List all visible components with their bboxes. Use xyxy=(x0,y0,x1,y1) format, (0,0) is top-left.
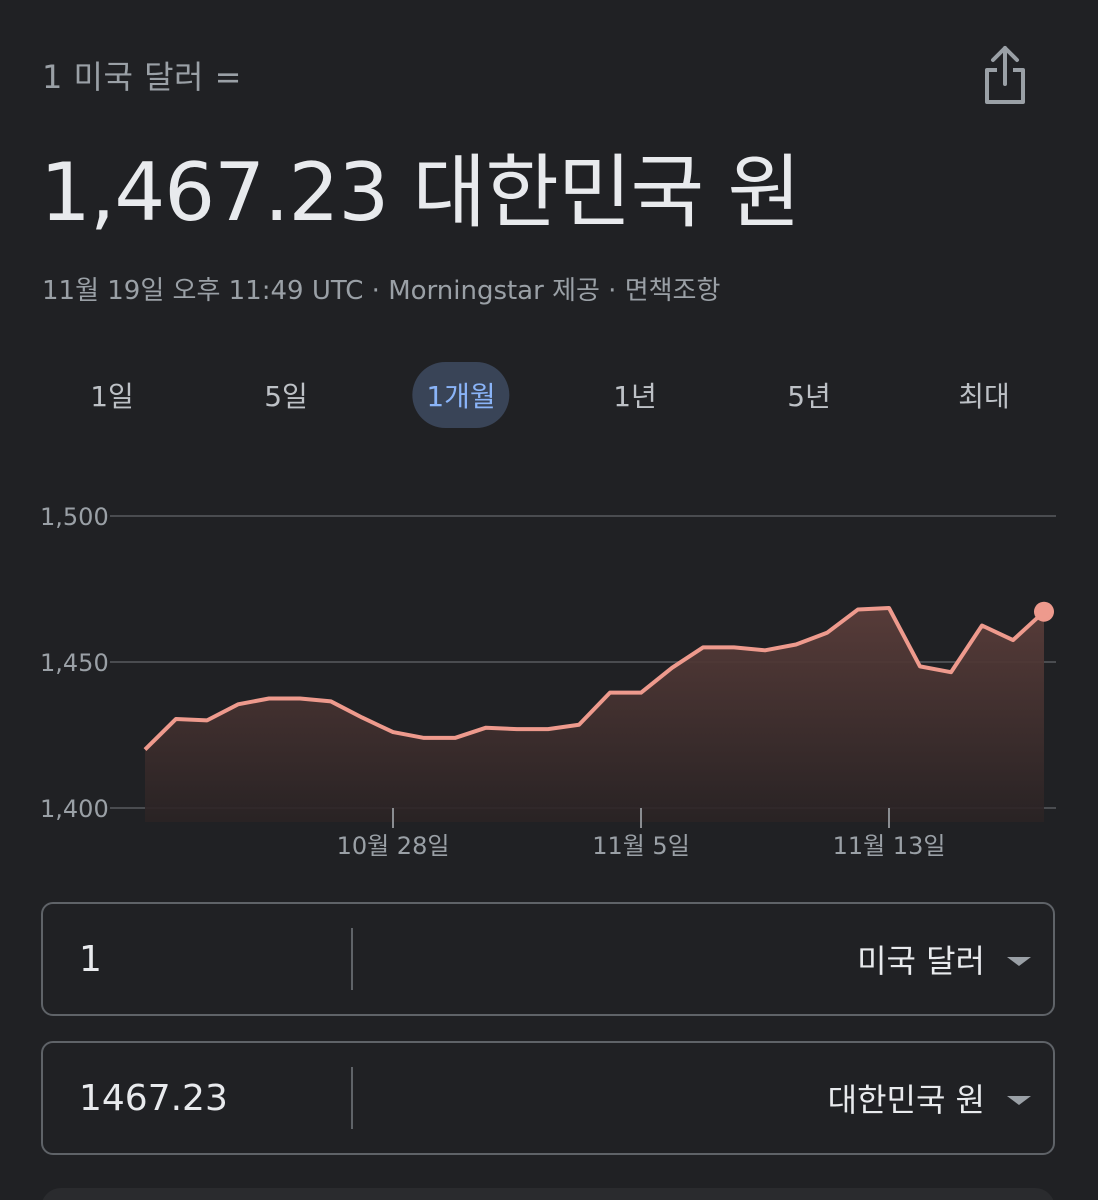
field-divider xyxy=(351,928,353,990)
to-currency-label: 대한민국 원 xyxy=(827,1081,985,1119)
from-currency-label: 미국 달러 xyxy=(857,942,985,980)
source-link[interactable]: Morningstar 제공 xyxy=(388,276,600,306)
to-currency-select[interactable]: 대한민국 원 xyxy=(828,1043,1031,1153)
share-button[interactable] xyxy=(975,40,1035,110)
tab-5-day[interactable]: 5일 xyxy=(250,362,322,428)
latest-point xyxy=(1034,601,1054,622)
bottom-card-edge xyxy=(41,1188,1055,1200)
y-tick-label: 1,400 xyxy=(40,795,109,823)
chevron-down-icon xyxy=(1007,956,1031,966)
from-currency-select[interactable]: 미국 달러 xyxy=(857,904,1031,1014)
x-tick-label: 11월 5일 xyxy=(592,832,690,860)
currency-converter-page: 1 미국 달러 = 1,467.23 대한민국 원 11월 19일 오후 11:… xyxy=(0,0,1098,1200)
range-tabs: 1일 5일 1개월 1년 5년 최대 xyxy=(28,362,1072,432)
disclaimer-link[interactable]: 면책조항 xyxy=(625,276,721,306)
price-chart[interactable]: 1,500 1,450 1,400 10월 28일 11월 5일 11월 13일 xyxy=(0,470,1098,870)
tab-5-year[interactable]: 5년 xyxy=(773,362,845,428)
field-divider xyxy=(351,1067,353,1129)
rate-timestamp: 11월 19일 오후 11:49 UTC xyxy=(42,276,364,306)
y-tick-label: 1,450 xyxy=(40,649,109,677)
x-tick-label: 11월 13일 xyxy=(833,832,946,860)
to-amount-input[interactable]: 1467.23 xyxy=(79,1043,349,1153)
rate-meta: 11월 19일 오후 11:49 UTC · Morningstar 제공 · … xyxy=(42,270,720,307)
x-tick-label: 10월 28일 xyxy=(337,832,450,860)
meta-separator: · xyxy=(599,276,625,306)
y-tick-label: 1,500 xyxy=(40,503,109,531)
to-currency-row: 1467.23 대한민국 원 xyxy=(41,1041,1055,1155)
series-area xyxy=(145,607,1044,822)
from-amount-input[interactable]: 1 xyxy=(79,904,349,1014)
chevron-down-icon xyxy=(1007,1095,1031,1105)
from-currency-row: 1 미국 달러 xyxy=(41,902,1055,1016)
tab-max[interactable]: 최대 xyxy=(944,362,1024,428)
tab-1-year[interactable]: 1년 xyxy=(599,362,671,428)
base-amount-label: 1 미국 달러 = xyxy=(42,58,242,96)
exchange-rate-value: 1,467.23 대한민국 원 xyxy=(40,146,801,239)
tab-1-month[interactable]: 1개월 xyxy=(412,362,510,428)
tab-1-day[interactable]: 1일 xyxy=(76,362,148,428)
share-icon xyxy=(985,46,1025,104)
chart-svg: 1,500 1,450 1,400 10월 28일 11월 5일 11월 13일 xyxy=(40,503,1056,860)
meta-separator: · xyxy=(363,276,389,306)
